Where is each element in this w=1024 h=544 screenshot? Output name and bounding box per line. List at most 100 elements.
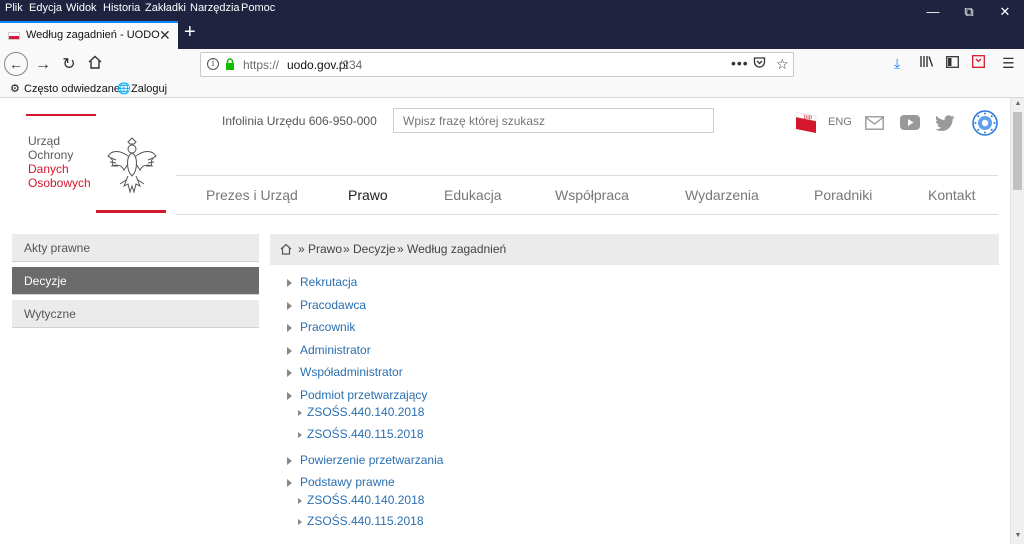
url-protocol: https:// [243, 58, 280, 72]
url-path: /234 [339, 58, 363, 72]
youtube-icon[interactable] [900, 115, 920, 130]
tree-item-powierzenie-przetwarzania[interactable]: Powierzenie przetwarzania [287, 453, 443, 467]
tree-subitem[interactable]: ZSOŚS.440.140.2018 [298, 405, 424, 419]
main-navigation: Prezes i Urząd Prawo Edukacja Współpraca… [176, 175, 998, 215]
tree-item-rekrutacja[interactable]: Rekrutacja [287, 275, 357, 289]
info-icon[interactable]: i [207, 58, 219, 70]
page-scrollbar[interactable]: ▲ ▼ [1010, 98, 1024, 544]
pocket-icon[interactable] [753, 56, 766, 72]
lock-icon[interactable] [225, 58, 235, 70]
sidebar-item-akty-prawne[interactable]: Akty prawne [12, 234, 259, 262]
menu-edit[interactable]: Edycja [29, 2, 62, 14]
url-bar[interactable]: i https:// uodo.gov.pl /234 ••• ☆ [200, 52, 794, 77]
site-search-input[interactable] [393, 108, 714, 133]
expand-triangle-icon [287, 278, 292, 287]
hamburger-menu-icon[interactable]: ☰ [1002, 55, 1015, 72]
logo-rule-top [26, 114, 96, 116]
tree-item-label: Współadministrator [300, 365, 403, 379]
tree-item-label: Administrator [300, 343, 371, 357]
tree-subitem-label: ZSOŚS.440.115.2018 [307, 427, 424, 441]
breadcrumb: » Prawo » Decyzje » Według zagadnień [270, 234, 999, 265]
bip-icon[interactable]: bip [795, 110, 817, 134]
tab-title: Według zagadnień - UODO [26, 29, 160, 41]
globe-icon: 🌐 [117, 83, 131, 95]
tree-subitem-label: ZSOŚS.440.140.2018 [307, 405, 425, 419]
logo-line-1: Urząd [28, 134, 61, 148]
nav-wspolpraca[interactable]: Współpraca [555, 187, 629, 203]
nav-kontakt[interactable]: Kontakt [928, 187, 975, 203]
breadcrumb-decyzje[interactable]: » Decyzje [343, 242, 396, 256]
tree-item-administrator[interactable]: Administrator [287, 343, 371, 357]
tree-item-label: Podstawy prawne [300, 475, 395, 489]
menu-help[interactable]: Pomoc [241, 2, 275, 14]
nav-edukacja[interactable]: Edukacja [444, 187, 502, 203]
sidebar-item-wytyczne[interactable]: Wytyczne [12, 300, 259, 328]
expand-triangle-icon [287, 323, 292, 332]
twitter-icon[interactable] [936, 115, 955, 131]
bookmark-most-visited[interactable]: ⚙ Często odwiedzane [10, 82, 120, 95]
tree-subitem[interactable]: ZSOŚS.440.115.2018 [298, 427, 424, 441]
menu-tools[interactable]: Narzędzia [190, 2, 240, 14]
tree-subitem-label: ZSOŚS.440.115.2018 [307, 514, 424, 528]
expand-triangle-icon [287, 346, 292, 355]
expand-triangle-icon [298, 409, 302, 416]
scrollbar-thumb[interactable] [1013, 112, 1022, 190]
bookmark-login[interactable]: 🌐Zaloguj [117, 82, 167, 95]
page-viewport: Urząd Ochrony Danych Osobowych Infolinia… [0, 98, 1010, 544]
breadcrumb-prawo[interactable]: » Prawo [298, 242, 342, 256]
tree-item-label: Pracodawca [300, 298, 367, 312]
menu-file[interactable]: Plik [5, 2, 23, 14]
logo-line-2: Ochrony [28, 148, 74, 162]
bookmark-star-icon[interactable]: ☆ [776, 56, 789, 73]
menu-bookmarks[interactable]: Zakładki [145, 2, 186, 14]
menu-view[interactable]: Widok [66, 2, 97, 14]
tree-subitem[interactable]: ZSOŚS.440.115.2018 [298, 514, 424, 528]
tree-item-podstawy-prawne[interactable]: Podstawy prawne [287, 475, 395, 489]
logo-line-3: Danych [28, 162, 69, 176]
breadcrumb-home-icon[interactable] [280, 243, 292, 255]
expand-triangle-icon [298, 518, 302, 525]
download-icon[interactable]: ⤓ [894, 55, 900, 72]
sidebar-icon[interactable] [946, 55, 959, 71]
language-switch-eng[interactable]: ENG [828, 116, 852, 128]
menu-history[interactable]: Historia [103, 2, 140, 14]
menu-bar: Plik Edycja Widok Historia Zakładki Narz… [0, 0, 1024, 19]
expand-triangle-icon [287, 368, 292, 377]
nav-wydarzenia[interactable]: Wydarzenia [685, 187, 759, 203]
tree-item-wspoladministrator[interactable]: Współadministrator [287, 365, 403, 379]
nav-prezes-i-urzad[interactable]: Prezes i Urząd [206, 187, 298, 203]
tree-subitem-label: ZSOŚS.440.140.2018 [307, 493, 425, 507]
tree-item-label: Podmiot przetwarzający [300, 388, 428, 402]
library-icon[interactable] [920, 55, 934, 71]
back-arrow-icon[interactable]: ← [4, 52, 28, 76]
tree-item-label: Pracownik [300, 320, 356, 334]
navigation-toolbar: ← → ↻ i https:// uodo.gov.pl /234 ••• ☆ … [0, 49, 1024, 80]
bookmark-label: Zaloguj [131, 83, 168, 95]
tree-item-podmiot-przetwarzajacy[interactable]: Podmiot przetwarzający [287, 388, 427, 402]
new-tab-icon[interactable]: + [184, 20, 196, 44]
breadcrumb-wedlug-zagadnien: » Według zagadnień [397, 242, 507, 256]
eu-stars-icon[interactable] [972, 110, 998, 136]
nav-poradniki[interactable]: Poradniki [814, 187, 872, 203]
tree-subitem[interactable]: ZSOŚS.440.140.2018 [298, 493, 424, 507]
tree-item-pracodawca[interactable]: Pracodawca [287, 298, 366, 312]
pocket-list-icon[interactable] [972, 55, 985, 71]
scroll-up-icon[interactable]: ▲ [1014, 100, 1022, 107]
home-icon[interactable] [84, 54, 106, 76]
tab-strip: Według zagadnień - UODO ✕ + [0, 19, 1024, 49]
reload-icon[interactable]: ↻ [58, 54, 80, 76]
page-actions-icon[interactable]: ••• [731, 55, 749, 71]
expand-triangle-icon [287, 301, 292, 310]
tab-close-icon[interactable]: ✕ [159, 27, 171, 44]
tab-active[interactable]: Według zagadnień - UODO ✕ [0, 21, 178, 49]
bookmarks-toolbar: ⚙ Często odwiedzane 🌐Zaloguj [0, 80, 1024, 98]
envelope-icon[interactable] [865, 116, 884, 130]
tree-item-pracownik[interactable]: Pracownik [287, 320, 355, 334]
scroll-down-icon[interactable]: ▼ [1014, 532, 1022, 539]
expand-triangle-icon [287, 478, 292, 487]
forward-arrow-icon[interactable]: → [32, 54, 54, 76]
sidebar-item-decyzje[interactable]: Decyzje [12, 267, 259, 295]
nav-prawo[interactable]: Prawo [348, 187, 388, 203]
gear-icon: ⚙ [10, 83, 20, 95]
uodo-logo[interactable]: Urząd Ochrony Danych Osobowych [26, 114, 168, 214]
